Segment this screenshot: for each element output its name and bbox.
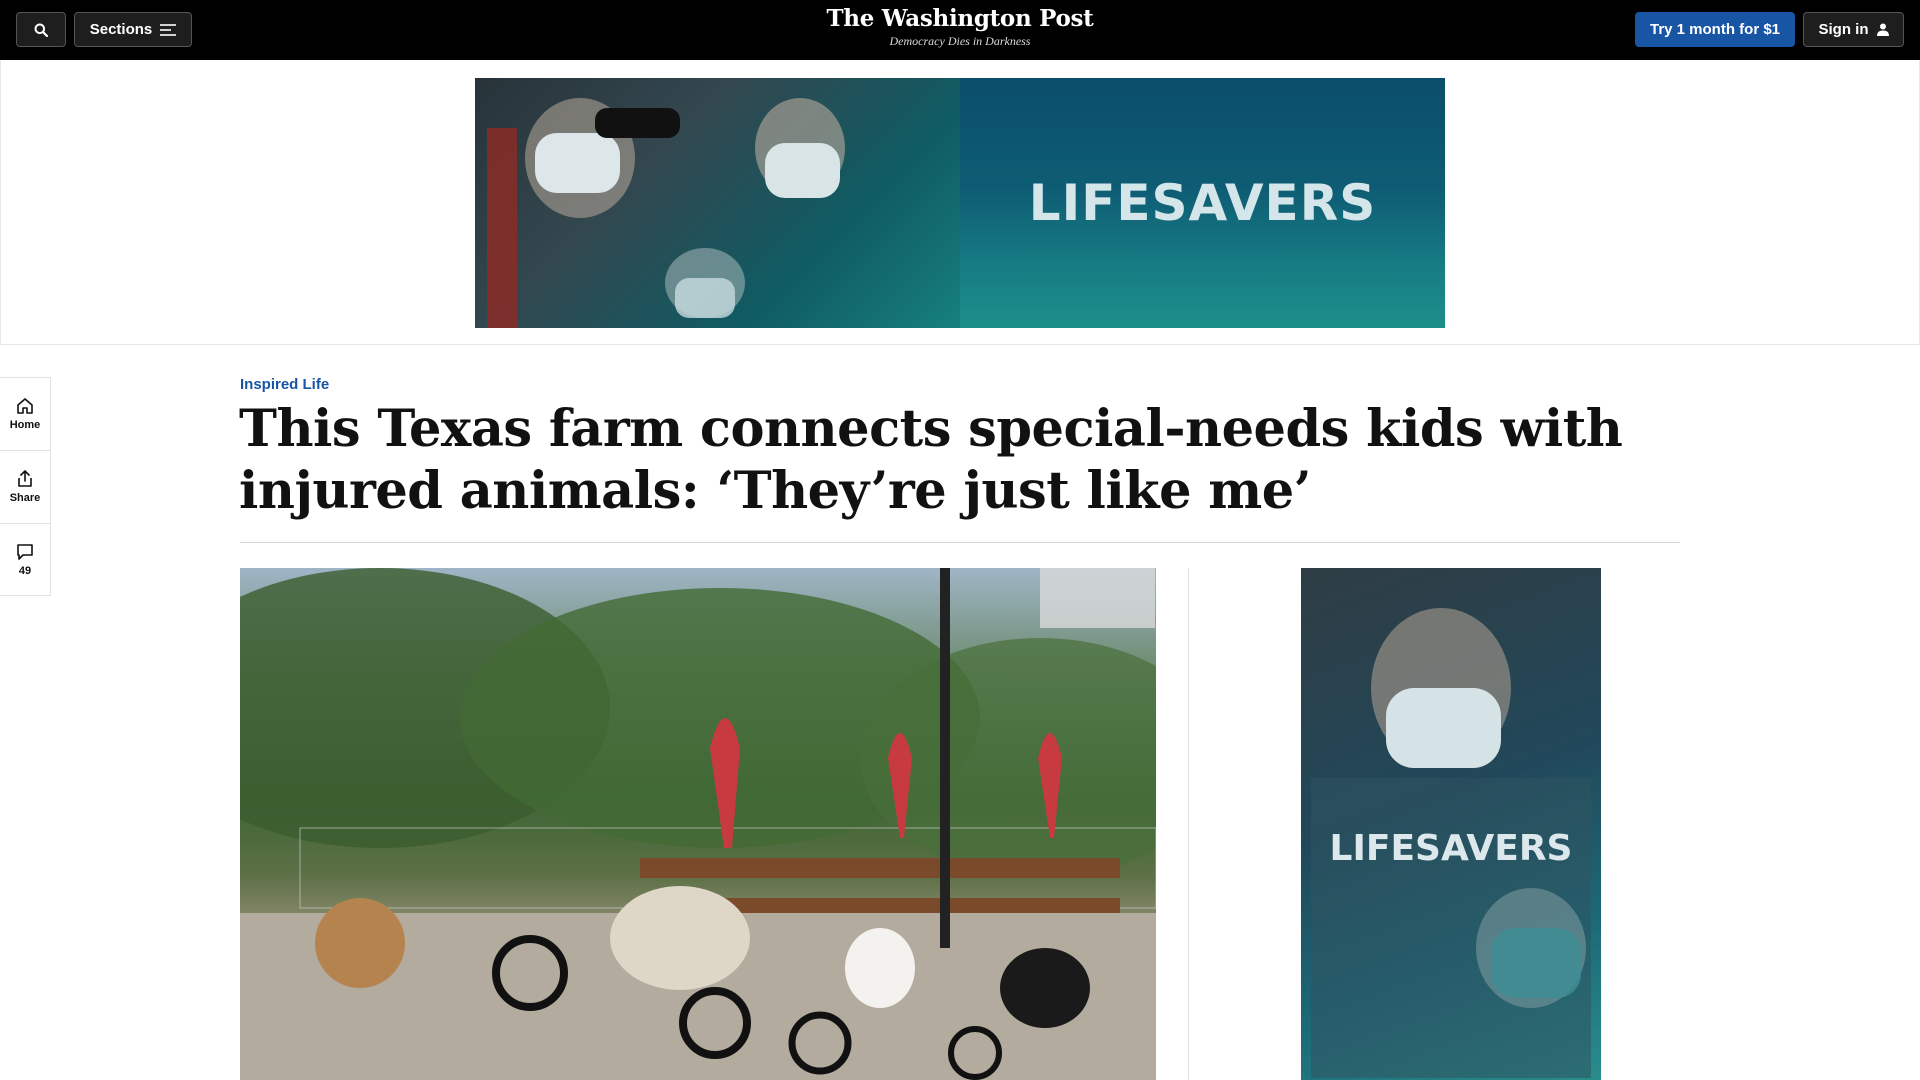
top-navigation-bar: Sections The Washington Post Democracy D…	[0, 0, 1920, 60]
logo-title: The Washington Post	[826, 5, 1094, 32]
logo-tagline: Democracy Dies in Darkness	[889, 34, 1031, 48]
headline-divider	[240, 542, 1680, 543]
rail-home-button[interactable]: Home	[0, 378, 50, 450]
ad-headline: LIFESAVERS	[1028, 174, 1377, 232]
top-ad-banner[interactable]: LIFESAVERS	[475, 78, 1445, 328]
article-kicker[interactable]: Inspired Life	[240, 376, 329, 393]
side-ad-banner[interactable]: LIFESAVERS	[1301, 568, 1601, 1080]
sections-button[interactable]: Sections	[74, 12, 192, 47]
sign-in-button[interactable]: Sign in	[1803, 12, 1904, 47]
search-button[interactable]	[16, 12, 66, 47]
left-rail: Home Share 49	[0, 377, 51, 596]
rail-comments-count: 49	[18, 565, 32, 577]
menu-lines-icon	[160, 23, 177, 36]
rail-home-label: Home	[9, 419, 41, 431]
article-headline: This Texas farm connects special-needs k…	[239, 399, 1623, 521]
search-icon	[34, 23, 48, 37]
side-ad-headline: LIFESAVERS	[1329, 828, 1573, 869]
user-icon	[1876, 23, 1889, 36]
article-lead-photo[interactable]	[240, 568, 1156, 1080]
subscribe-trial-button[interactable]: Try 1 month for $1	[1635, 12, 1795, 47]
sections-label: Sections	[89, 21, 153, 38]
comment-icon	[17, 544, 33, 560]
sign-in-label: Sign in	[1818, 21, 1869, 38]
ad-text-panel: LIFESAVERS	[960, 78, 1445, 328]
column-divider	[1188, 568, 1189, 1080]
rail-share-label: Share	[9, 492, 41, 504]
site-logo[interactable]: The Washington Post Democracy Dies in Da…	[760, 5, 1160, 49]
rail-comments-button[interactable]: 49	[0, 523, 50, 596]
home-icon	[17, 398, 33, 414]
share-icon	[18, 470, 32, 487]
ad-photo	[475, 78, 960, 328]
rail-share-button[interactable]: Share	[0, 450, 50, 523]
